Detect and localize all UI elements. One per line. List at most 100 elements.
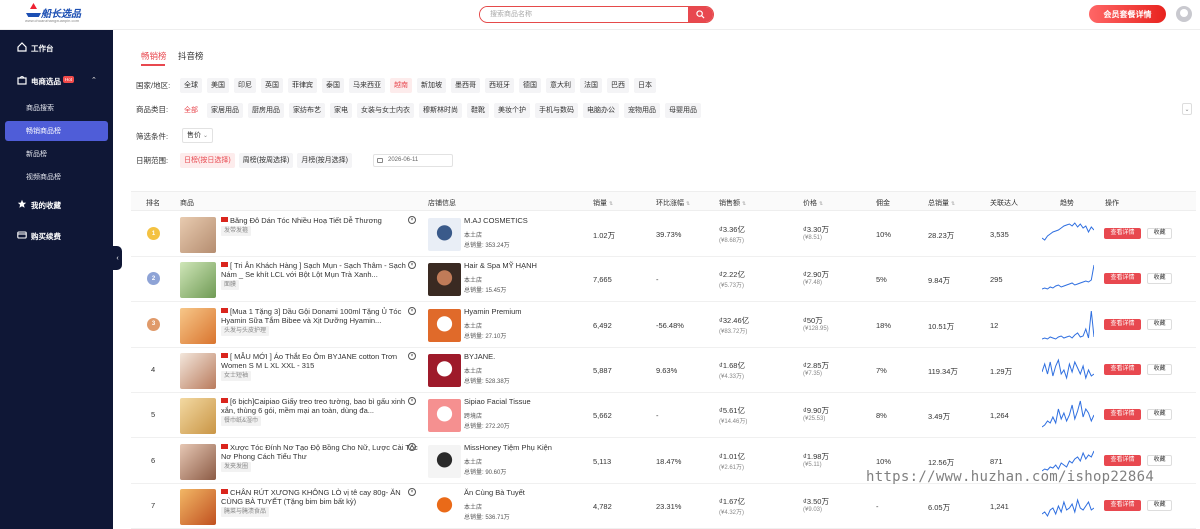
view-detail-button[interactable]: 查看详情 (1104, 363, 1141, 375)
shop-logo[interactable] (428, 444, 461, 478)
category-chip[interactable]: 美妆个护 (494, 103, 530, 118)
country-chip[interactable]: 意大利 (546, 78, 575, 93)
search-input[interactable] (480, 7, 690, 22)
category-chip[interactable]: 手机与数码 (535, 103, 578, 118)
remove-icon[interactable]: × (408, 442, 416, 451)
sidebar-subitem-bestseller[interactable]: 畅销商品榜 (5, 121, 108, 141)
sidebar-subitem-new[interactable]: 新品榜 (5, 144, 108, 164)
category-chip[interactable]: 穆斯林时尚 (419, 103, 462, 118)
country-chip[interactable]: 法国 (580, 78, 602, 93)
sidebar-item-favorites[interactable]: 我的收藏 (0, 194, 113, 214)
tab-bestseller[interactable]: 畅销榜 (141, 50, 167, 62)
shop-name[interactable]: Sipiao Facial Tissue (464, 397, 531, 406)
view-detail-button[interactable]: 查看详情 (1104, 273, 1141, 285)
product-image[interactable] (180, 262, 216, 299)
category-chip[interactable]: 女装与女士内衣 (357, 103, 414, 118)
product-title[interactable]: Băng Đô Dán Tóc Nhiều Hoạ Tiết Dễ Thương (221, 216, 419, 225)
country-chip[interactable]: 新加坡 (417, 78, 446, 93)
product-image[interactable] (180, 217, 216, 253)
favorite-button[interactable]: 收藏 (1147, 228, 1172, 239)
column-sales[interactable]: 销量 ⇅ (593, 198, 613, 208)
user-avatar[interactable] (1176, 6, 1192, 22)
expand-categories-button[interactable]: ⌄ (1182, 103, 1192, 115)
column-growth[interactable]: 环比涨幅 ⇅ (656, 198, 690, 208)
category-chip[interactable]: 家纺布艺 (289, 103, 325, 118)
sidebar-subitem-product-search[interactable]: 商品搜索 (5, 98, 108, 118)
shop-logo[interactable] (428, 308, 461, 342)
product-title[interactable]: [ Tri Ân Khách Hàng ] Sạch Mụn - Sạch Th… (221, 261, 419, 279)
remove-icon[interactable]: × (408, 487, 416, 496)
date-option-chip[interactable]: 周榜(按周选择) (238, 153, 294, 168)
shop-name[interactable]: Ăn Cùng Bà Tuyết (464, 488, 525, 497)
country-chip[interactable]: 日本 (634, 78, 656, 93)
country-chip[interactable]: 德国 (519, 78, 541, 93)
shop-name[interactable]: Hyamin Premium (464, 307, 522, 316)
country-chip[interactable]: 西班牙 (485, 78, 514, 93)
favorite-button[interactable]: 收藏 (1147, 318, 1172, 330)
view-detail-button[interactable]: 查看详情 (1104, 499, 1141, 511)
view-detail-button[interactable]: 查看详情 (1104, 454, 1141, 466)
product-title[interactable]: [Mua 1 Tặng 3] Dầu Gội Donami 100ml Tặng… (221, 307, 419, 325)
category-chip[interactable]: 全部 (180, 103, 202, 118)
country-chip[interactable]: 泰国 (322, 78, 344, 93)
product-image[interactable] (180, 352, 216, 389)
product-title[interactable]: Xược Tóc Đính Nơ Tạo Độ Bồng Cho Nữ, Lượ… (221, 443, 419, 461)
country-chip[interactable]: 马来西亚 (349, 78, 385, 93)
shop-logo[interactable] (428, 353, 461, 387)
country-chip[interactable]: 越南 (390, 78, 412, 93)
country-chip[interactable]: 巴西 (607, 78, 629, 93)
view-detail-button[interactable]: 查看详情 (1104, 409, 1141, 421)
category-chip[interactable]: 家居用品 (207, 103, 243, 118)
product-title[interactable]: [6 bịch]Caipiao Giấy treo treo tường, ba… (221, 397, 419, 415)
sidebar-item-ecommerce[interactable]: 电商选品 Hot ⌃ (0, 70, 113, 90)
sidebar-item-renewal[interactable]: 购买续费 (0, 225, 113, 245)
category-chip[interactable]: 鞋靴 (467, 103, 489, 118)
category-chip[interactable]: 母婴用品 (665, 103, 701, 118)
favorite-button[interactable]: 收藏 (1147, 499, 1172, 511)
shop-logo[interactable] (428, 263, 461, 297)
shop-name[interactable]: BYJANE. (464, 352, 495, 361)
sidebar-item-dashboard[interactable]: 工作台 (0, 37, 113, 57)
country-chip[interactable]: 印尼 (234, 78, 256, 93)
product-image[interactable] (180, 443, 216, 480)
category-chip[interactable]: 厨房用品 (248, 103, 284, 118)
vip-package-button[interactable]: 会员套餐详情 (1089, 5, 1166, 23)
date-option-chip[interactable]: 日榜(按日选择) (180, 153, 235, 168)
country-chip[interactable]: 全球 (180, 78, 202, 93)
remove-icon[interactable]: × (408, 306, 416, 315)
date-option-chip[interactable]: 月榜(按月选择) (297, 153, 353, 168)
sidebar-subitem-video[interactable]: 视频商品榜 (5, 167, 108, 187)
favorite-button[interactable]: 收藏 (1147, 454, 1172, 466)
category-chip[interactable]: 宠物用品 (624, 103, 660, 118)
category-chip[interactable]: 电脑办公 (583, 103, 619, 118)
view-detail-button[interactable]: 查看详情 (1104, 318, 1141, 330)
shop-name[interactable]: MissHoney Tiệm Phụ Kiện (464, 443, 552, 452)
column-price[interactable]: 价格 ⇅ (803, 198, 823, 208)
country-chip[interactable]: 墨西哥 (451, 78, 480, 93)
search-button[interactable] (688, 7, 713, 22)
view-detail-button[interactable]: 查看详情 (1104, 228, 1141, 239)
product-image[interactable] (180, 307, 216, 344)
shop-logo[interactable] (428, 399, 461, 433)
remove-icon[interactable]: × (408, 216, 416, 224)
shop-name[interactable]: Hair & Spa MỸ HẠNH (464, 261, 537, 270)
date-picker[interactable]: 2026-06-11 (373, 154, 453, 167)
country-chip[interactable]: 菲律宾 (288, 78, 317, 93)
shop-logo[interactable] (428, 218, 461, 251)
brand-logo[interactable]: 船长选品 www.chuanzhangxuanpin.com (22, 3, 82, 27)
product-image[interactable] (180, 398, 216, 435)
shop-logo[interactable] (428, 489, 461, 523)
country-chip[interactable]: 英国 (261, 78, 283, 93)
favorite-button[interactable]: 收藏 (1147, 273, 1172, 285)
favorite-button[interactable]: 收藏 (1147, 409, 1172, 421)
sidebar-collapse-button[interactable]: ‹ (113, 246, 122, 270)
favorite-button[interactable]: 收藏 (1147, 363, 1172, 375)
remove-icon[interactable]: × (408, 351, 416, 360)
column-total-sales[interactable]: 总销量 ⇅ (928, 198, 955, 208)
product-title[interactable]: [ MẪU MỚI ] Áo Thắt Eo Ôm BYJANE cotton … (221, 352, 419, 370)
product-title[interactable]: CHÂN RÚT XƯƠNG KHÔNG LÒ vị tê cay 80g- Ă… (221, 488, 419, 506)
category-chip[interactable]: 家电 (330, 103, 352, 118)
tab-douyin[interactable]: 抖音榜 (178, 50, 204, 62)
shop-name[interactable]: M.AJ COSMETICS (464, 216, 528, 225)
country-chip[interactable]: 美国 (207, 78, 229, 93)
